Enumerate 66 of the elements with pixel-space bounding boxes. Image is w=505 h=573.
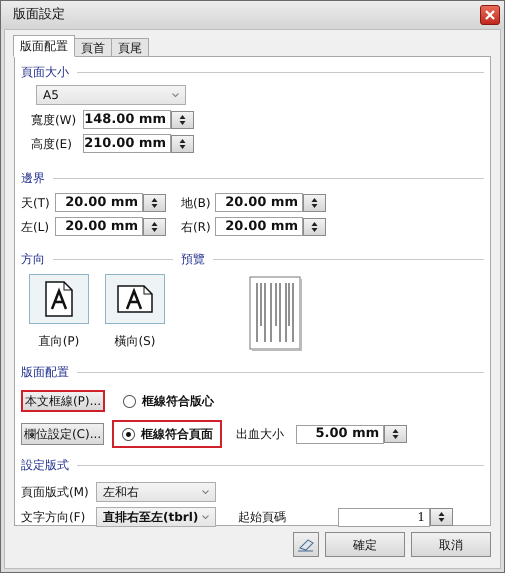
spinner-button[interactable]	[430, 508, 453, 526]
spinner-button[interactable]	[143, 194, 166, 212]
field-label: 左(L)	[21, 218, 50, 236]
tab[interactable]: 頁尾	[111, 38, 149, 57]
section-heading: 方向	[21, 251, 45, 268]
up-down-arrows-icon	[438, 511, 445, 523]
chevron-down-icon	[172, 92, 179, 98]
orientation-button[interactable]	[105, 274, 165, 324]
field-label: 高度(E)	[31, 136, 73, 152]
number-field[interactable]: 20.00 mm	[215, 217, 303, 236]
up-down-arrows-icon	[179, 138, 186, 150]
dropdown[interactable]: 左和右	[96, 482, 216, 502]
chevron-down-icon	[202, 514, 209, 520]
dropdown[interactable]: 直排右至左(tbrl)	[96, 507, 216, 527]
field-label: 寬度(W)	[31, 112, 75, 128]
section-heading: 版面配置	[21, 364, 69, 381]
spinner-button[interactable]	[171, 134, 194, 152]
radio-option[interactable]: 框線符合版心	[113, 387, 224, 415]
field-label: 地(B)	[181, 194, 212, 212]
tab[interactable]: 版面配置	[13, 35, 75, 57]
close-button[interactable]	[480, 5, 500, 25]
field-label: 頁面版式(M)	[21, 484, 90, 501]
field-label: 天(T)	[21, 194, 51, 212]
field-label: 右(R)	[181, 218, 212, 236]
up-down-arrows-icon	[392, 428, 400, 440]
number-field[interactable]: 148.00 mm	[83, 110, 171, 129]
orientation-label: 橫向(S)	[114, 333, 156, 350]
portrait-page-icon	[45, 281, 73, 317]
section-heading: 邊界	[21, 170, 45, 187]
dialog-button[interactable]: 取消	[411, 532, 491, 557]
dialog-button[interactable]: 欄位設定(C)...	[21, 423, 104, 445]
number-field[interactable]: 20.00 mm	[55, 193, 143, 212]
orientation-label: 直向(P)	[38, 333, 80, 350]
spinner-button[interactable]	[384, 425, 408, 443]
dialog-button[interactable]: 確定	[325, 532, 405, 557]
spinner-button[interactable]	[303, 194, 326, 212]
section-heading: 頁面大小	[21, 64, 69, 81]
chevron-down-icon	[202, 490, 209, 494]
window-title: 版面設定	[13, 6, 65, 24]
tab[interactable]: 頁首	[74, 38, 112, 57]
number-field[interactable]: 20.00 mm	[215, 193, 303, 212]
orientation-button[interactable]	[29, 274, 89, 324]
landscape-page-icon	[117, 285, 153, 313]
up-down-arrows-icon	[311, 196, 318, 208]
number-field[interactable]: 210.00 mm	[83, 134, 171, 153]
up-down-arrows-icon	[311, 220, 318, 232]
field-label: 文字方向(F)	[21, 509, 86, 526]
number-field[interactable]: 20.00 mm	[55, 217, 143, 236]
up-down-arrows-icon	[151, 220, 158, 232]
number-field[interactable]: 5.00 mm	[296, 424, 384, 444]
radio-option[interactable]: 框線符合頁面	[112, 420, 222, 448]
up-down-arrows-icon	[151, 196, 158, 208]
spinner-button[interactable]	[143, 218, 166, 236]
eraser-button[interactable]	[293, 532, 319, 557]
spinner-button[interactable]	[171, 110, 194, 128]
field-label: 出血大小	[236, 426, 284, 443]
field-label: 起始頁碼	[238, 509, 287, 526]
number-field[interactable]: 1	[338, 508, 430, 526]
up-down-arrows-icon	[179, 114, 186, 126]
section-heading: 預覽	[181, 251, 205, 268]
dialog-button[interactable]: 本文框線(P)...	[21, 390, 106, 412]
close-icon	[485, 10, 495, 20]
section-heading: 設定版式	[21, 457, 69, 474]
spinner-button[interactable]	[303, 218, 326, 236]
dropdown[interactable]: A5	[36, 85, 186, 105]
eraser-icon	[297, 538, 315, 552]
